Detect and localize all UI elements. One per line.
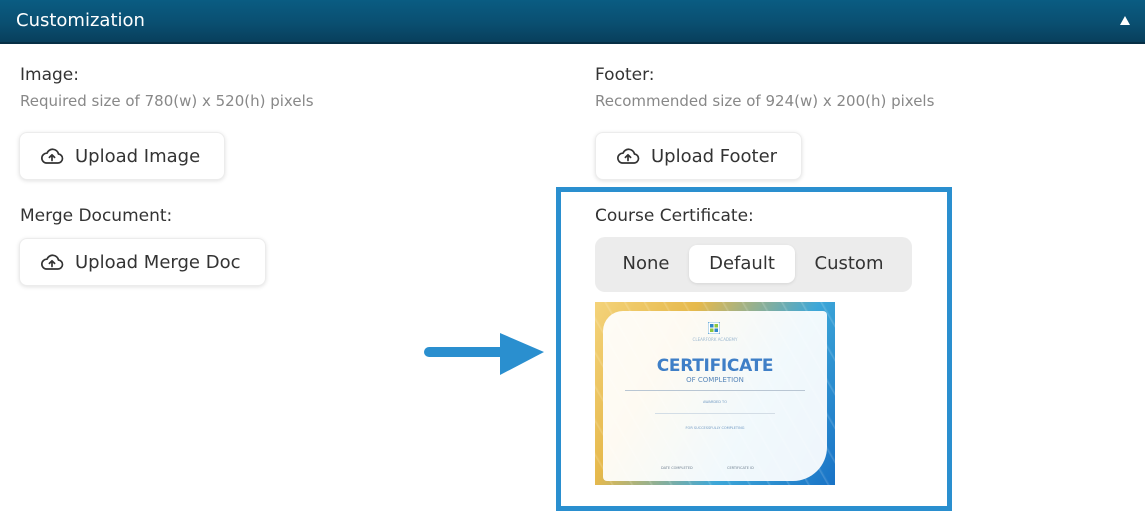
certificate-preview: CLEARFORK ACADEMY CERTIFICATE OF COMPLET… [595,302,835,485]
certificate-name-line [655,413,775,414]
image-label: Image: [20,65,79,85]
section-title: Customization [16,10,145,31]
upload-footer-button[interactable]: Upload Footer [595,132,802,180]
merge-document-label: Merge Document: [20,206,173,226]
customization-header[interactable]: Customization [0,0,1145,44]
upload-merge-doc-button[interactable]: Upload Merge Doc [19,238,266,286]
certificate-option-none[interactable]: None [607,245,685,283]
certificate-awarded-to: AWARDED TO [703,400,727,404]
upload-image-label: Upload Image [75,145,201,167]
certificate-option-custom[interactable]: Custom [801,245,897,283]
certificate-type-selector: None Default Custom [595,237,912,292]
cloud-upload-icon [40,148,64,164]
collapse-icon[interactable] [1120,16,1130,25]
cloud-upload-icon [616,148,640,164]
certificate-id-label: CERTIFICATE ID [727,466,754,470]
image-size-hint: Required size of 780(w) x 520(h) pixels [20,92,314,110]
certificate-option-default[interactable]: Default [689,245,795,283]
upload-image-button[interactable]: Upload Image [19,132,225,180]
certificate-divider [625,390,805,391]
certificate-date-label: DATE COMPLETED [661,466,693,470]
certificate-title: CERTIFICATE [656,356,774,376]
arrow-right-icon [424,333,544,375]
certificate-logo-text: CLEARFORK ACADEMY [692,337,738,342]
cloud-upload-icon [40,254,64,270]
logo-icon [708,322,720,334]
certificate-for-text: FOR SUCCESSFULLY COMPLETING [685,426,745,430]
footer-label: Footer: [595,65,655,85]
footer-size-hint: Recommended size of 924(w) x 200(h) pixe… [595,92,935,110]
upload-merge-doc-label: Upload Merge Doc [75,251,241,273]
upload-footer-label: Upload Footer [651,145,778,167]
certificate-subtitle: OF COMPLETION [686,376,744,384]
course-certificate-label: Course Certificate: [595,206,754,226]
